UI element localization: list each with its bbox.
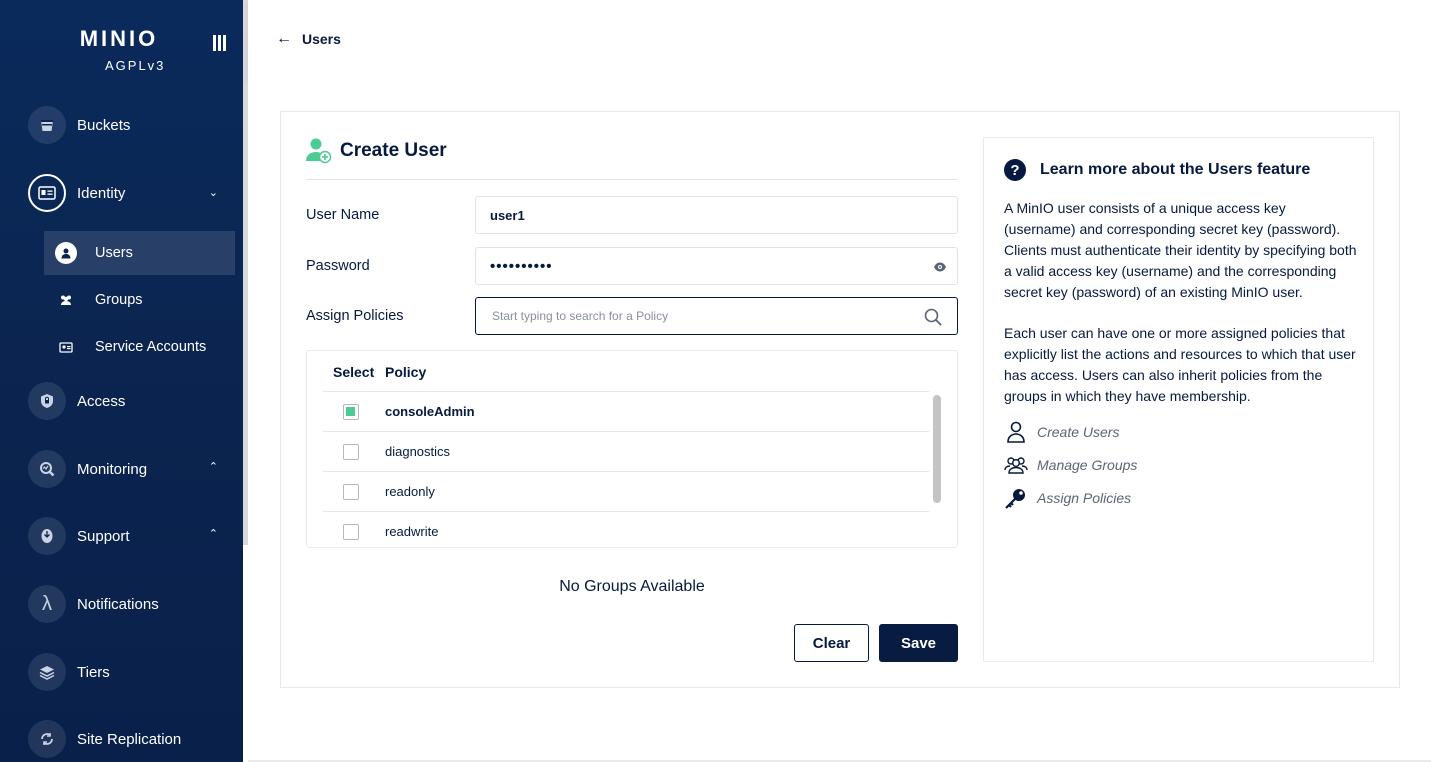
checkbox[interactable] — [343, 443, 359, 460]
help-paragraph: A MinIO user consists of a unique access… — [1004, 200, 1357, 300]
user-icon — [1007, 421, 1025, 443]
sidebar-item-monitoring[interactable]: Monitoring ⌃ — [28, 449, 228, 489]
policy-search-placeholder: Start typing to search for a Policy — [492, 309, 669, 323]
help-header: ? Learn more about the Users feature — [1004, 159, 1310, 181]
help-panel: ? Learn more about the Users feature A M… — [983, 137, 1374, 662]
question-icon: ? — [1004, 159, 1026, 181]
shield-lock-icon — [28, 382, 66, 420]
add-user-icon — [306, 137, 332, 165]
divider — [306, 179, 958, 180]
checkbox[interactable] — [343, 483, 359, 500]
sidebar-item-label: Tiers — [77, 663, 110, 681]
assign-policies-label: Assign Policies — [306, 308, 404, 324]
replication-icon — [28, 720, 66, 758]
sidebar-item-label: Monitoring — [77, 460, 148, 478]
sidebar-item-label: Identity — [77, 184, 126, 202]
sidebar-subitem-service-accounts[interactable]: Service Accounts — [44, 325, 235, 369]
table-row[interactable]: readonly — [323, 471, 929, 511]
help-link-label: Create Users — [1037, 424, 1120, 440]
policy-name: readwrite — [385, 524, 439, 539]
arrow-left-icon: ← — [276, 30, 292, 47]
checkbox-checked[interactable] — [343, 403, 359, 420]
password-value: •••••••••• — [490, 257, 553, 275]
sidebar-item-tiers[interactable]: Tiers — [28, 652, 228, 692]
license-label: AGPLv3 — [105, 58, 166, 73]
no-groups-message: No Groups Available — [559, 578, 705, 595]
sidebar-subitem-label: Service Accounts — [95, 339, 207, 355]
column-header-policy: Policy — [385, 364, 427, 380]
policy-name: diagnostics — [385, 444, 451, 459]
sidebar-item-label: Notifications — [77, 595, 159, 613]
groups-icon — [55, 289, 77, 311]
search-icon[interactable] — [923, 307, 943, 327]
sidebar-item-identity[interactable]: Identity ⌄ — [28, 173, 228, 213]
username-label: User Name — [306, 207, 380, 223]
chevron-down-icon: ⌄ — [208, 187, 218, 199]
sidebar-item-support[interactable]: Support ⌃ — [28, 516, 228, 556]
table-row[interactable]: consoleAdmin — [323, 391, 929, 431]
eye-icon[interactable] — [933, 260, 947, 274]
save-button[interactable]: Save — [879, 624, 958, 662]
back-label: Users — [302, 31, 341, 47]
checkbox[interactable] — [343, 523, 359, 540]
help-paragraph: Each user can have one or more assigned … — [1004, 325, 1356, 404]
sidebar-item-label: Site Replication — [77, 730, 182, 748]
logo-text: MINIO — [79, 26, 159, 51]
layers-icon — [28, 653, 66, 691]
password-label: Password — [306, 258, 370, 274]
table-scrollbar[interactable] — [929, 391, 943, 543]
sidebar-subitem-label: Users — [95, 245, 133, 261]
collapse-sidebar-button[interactable] — [210, 33, 230, 53]
chevron-up-icon: ⌃ — [208, 528, 218, 540]
sidebar-item-site-replication[interactable]: Site Replication — [28, 719, 228, 759]
column-header-select: Select — [333, 364, 375, 380]
sidebar-item-notifications[interactable]: λ Notifications — [28, 584, 228, 624]
page-title: Create User — [306, 137, 447, 165]
table-row[interactable]: diagnostics — [323, 431, 929, 471]
user-icon — [55, 242, 77, 264]
table-row[interactable]: readwrite — [323, 511, 929, 547]
sidebar-subitem-users[interactable]: Users — [44, 231, 235, 275]
monitoring-icon — [28, 450, 66, 488]
clear-button[interactable]: Clear — [794, 624, 869, 662]
help-link-label: Manage Groups — [1037, 457, 1138, 473]
policy-name: consoleAdmin — [385, 404, 475, 419]
policy-name: readonly — [385, 484, 435, 499]
back-to-users-link[interactable]: ← Users — [276, 30, 341, 48]
lambda-icon: λ — [28, 585, 66, 623]
sidebar-item-buckets[interactable]: Buckets — [28, 105, 228, 145]
sidebar-item-label: Support — [77, 527, 130, 545]
form-title: Create User — [340, 140, 447, 161]
minio-logo[interactable]: MINIO — [64, 26, 174, 52]
bucket-icon — [28, 106, 66, 144]
sidebar: MINIO AGPLv3 Buckets Identity ⌄ Users Gr… — [0, 0, 243, 762]
service-account-icon — [55, 336, 77, 358]
policy-table: Select Policy consoleAdmin diagnostics r… — [306, 350, 958, 548]
key-icon — [1005, 489, 1025, 509]
support-icon — [28, 517, 66, 555]
id-card-icon — [28, 174, 66, 212]
help-title: Learn more about the Users feature — [1040, 161, 1311, 178]
username-field[interactable]: user1 — [475, 196, 958, 234]
policy-search-input[interactable]: Start typing to search for a Policy — [475, 297, 958, 335]
sidebar-item-access[interactable]: Access — [28, 381, 228, 421]
group-icon — [1004, 457, 1028, 474]
top-bar: ← Users — [248, 0, 1431, 79]
sidebar-item-label: Access — [77, 392, 126, 410]
scrollbar-thumb[interactable] — [933, 395, 941, 503]
manage-groups-link[interactable]: Manage Groups — [1004, 453, 1137, 477]
sidebar-subitem-label: Groups — [95, 292, 143, 308]
password-field[interactable]: •••••••••• — [475, 247, 958, 285]
sidebar-subitem-groups[interactable]: Groups — [44, 278, 235, 322]
chevron-up-icon: ⌃ — [208, 461, 218, 473]
assign-policies-link[interactable]: Assign Policies — [1004, 486, 1131, 510]
help-link-label: Assign Policies — [1037, 490, 1132, 506]
create-users-link[interactable]: Create Users — [1004, 420, 1119, 444]
sidebar-item-label: Buckets — [77, 116, 131, 134]
